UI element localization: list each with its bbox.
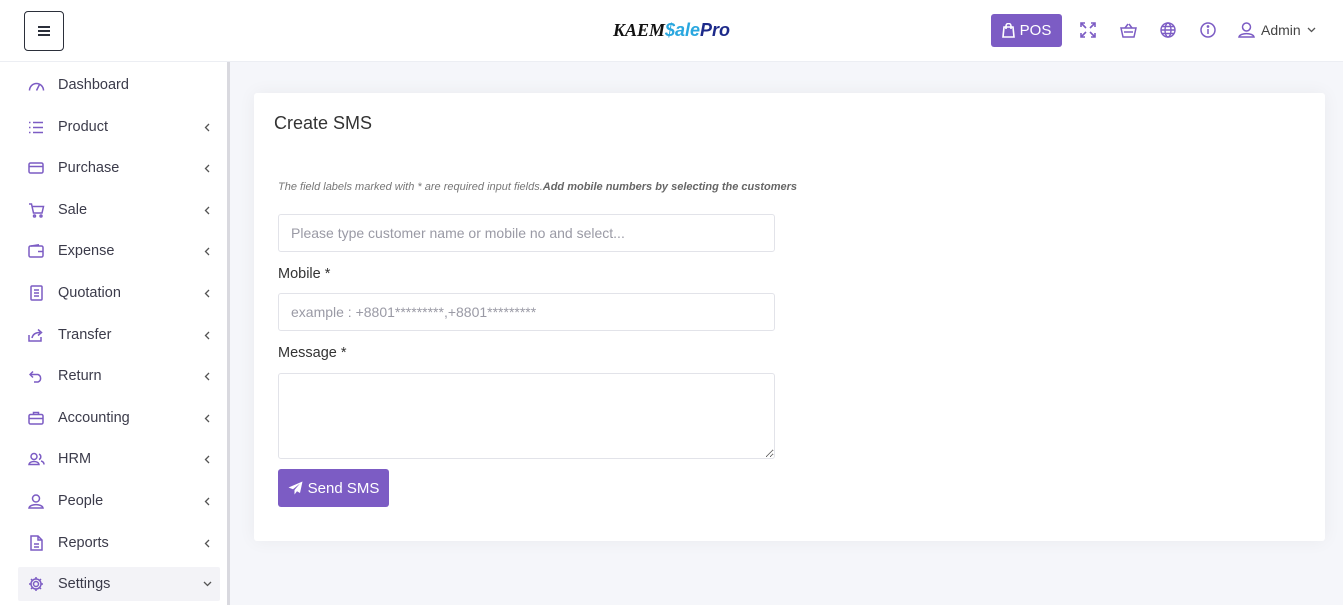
user-name: Admin — [1261, 22, 1301, 38]
list-icon — [27, 118, 45, 136]
sidebar-item-label: People — [58, 493, 104, 509]
hint-text: The field labels marked with * are requi… — [278, 181, 543, 193]
create-sms-card: Create SMS The field labels marked with … — [254, 93, 1325, 541]
user-icon — [27, 492, 45, 510]
basket-icon[interactable] — [1119, 21, 1137, 39]
briefcase-icon — [27, 409, 45, 427]
sidebar-item-label: Purchase — [58, 160, 120, 176]
menu-toggle-button[interactable] — [24, 11, 64, 51]
sidebar-item-label: Dashboard — [58, 77, 129, 93]
document-icon — [27, 284, 45, 302]
chevron-left-icon — [201, 537, 213, 549]
chevron-left-icon — [201, 329, 213, 341]
return-icon — [27, 367, 45, 385]
dashboard-icon — [27, 76, 45, 94]
fullscreen-icon[interactable] — [1079, 21, 1097, 39]
chevron-left-icon — [201, 121, 213, 133]
chevron-down-icon — [201, 578, 213, 590]
chevron-left-icon — [201, 287, 213, 299]
mobile-label: Mobile * — [278, 266, 331, 282]
sidebar-item-label: Accounting — [58, 410, 130, 426]
chevron-left-icon — [201, 162, 213, 174]
brand-main: KAEM — [612, 20, 665, 40]
brand-accent: $ale — [664, 20, 701, 40]
sidebar: Dashboard Product Purchase Sale Expense — [0, 62, 230, 605]
user-menu[interactable]: Admin — [1238, 19, 1316, 41]
paper-plane-icon — [288, 481, 303, 495]
chevron-left-icon — [201, 495, 213, 507]
sidebar-item-purchase[interactable]: Purchase — [18, 151, 220, 185]
send-sms-button[interactable]: Send SMS — [278, 469, 389, 507]
sidebar-item-accounting[interactable]: Accounting — [18, 401, 220, 435]
sidebar-item-product[interactable]: Product — [18, 110, 220, 144]
chevron-left-icon — [201, 204, 213, 216]
sidebar-item-return[interactable]: Return — [18, 359, 220, 393]
sidebar-item-label: Product — [58, 119, 108, 135]
sidebar-item-label: Settings — [58, 576, 111, 592]
top-bar: KAEM$alePro POS Admin — [0, 0, 1343, 62]
share-icon — [27, 326, 45, 344]
pos-button[interactable]: POS — [991, 14, 1062, 47]
hamburger-icon — [38, 26, 50, 36]
chevron-left-icon — [201, 245, 213, 257]
mobile-input[interactable] — [278, 293, 775, 331]
customer-search-input[interactable] — [278, 214, 775, 252]
pos-button-label: POS — [1019, 22, 1052, 39]
cart-icon — [27, 201, 45, 219]
user-icon — [1238, 22, 1255, 38]
shopping-bag-icon — [1001, 23, 1015, 38]
sidebar-item-people[interactable]: People — [18, 484, 220, 518]
sidebar-item-sale[interactable]: Sale — [18, 193, 220, 227]
wallet-icon — [27, 242, 45, 260]
sidebar-item-label: Expense — [58, 243, 115, 259]
sidebar-item-dashboard[interactable]: Dashboard — [18, 68, 220, 102]
send-sms-label: Send SMS — [307, 479, 380, 497]
sidebar-item-label: Transfer — [58, 327, 112, 343]
chevron-down-icon — [1307, 27, 1316, 33]
sidebar-item-reports[interactable]: Reports — [18, 526, 220, 560]
sidebar-item-label: Return — [58, 368, 102, 384]
sidebar-item-label: Sale — [58, 202, 88, 218]
info-icon[interactable] — [1199, 21, 1217, 39]
card-icon — [27, 159, 45, 177]
sidebar-item-label: Reports — [58, 535, 109, 551]
chevron-left-icon — [201, 453, 213, 465]
message-label: Message * — [278, 345, 347, 361]
sidebar-item-settings[interactable]: Settings — [18, 567, 220, 601]
sidebar-item-quotation[interactable]: Quotation — [18, 276, 220, 310]
message-textarea[interactable] — [278, 373, 775, 459]
chevron-left-icon — [201, 370, 213, 382]
file-icon — [27, 534, 45, 552]
sidebar-item-transfer[interactable]: Transfer — [18, 318, 220, 352]
required-fields-hint: The field labels marked with * are requi… — [278, 181, 797, 193]
sidebar-item-expense[interactable]: Expense — [18, 234, 220, 268]
sidebar-item-label: Quotation — [58, 285, 121, 301]
hint-bold-text: Add mobile numbers by selecting the cust… — [542, 181, 798, 193]
sidebar-item-hrm[interactable]: HRM — [18, 442, 220, 476]
chevron-left-icon — [201, 412, 213, 424]
globe-icon[interactable] — [1159, 21, 1177, 39]
brand-logo: KAEM$alePro — [0, 20, 1343, 41]
page-title: Create SMS — [274, 113, 373, 133]
users-icon — [27, 450, 45, 468]
gear-icon — [27, 575, 45, 593]
brand-pro: Pro — [700, 20, 731, 40]
sidebar-item-label: HRM — [58, 451, 92, 467]
